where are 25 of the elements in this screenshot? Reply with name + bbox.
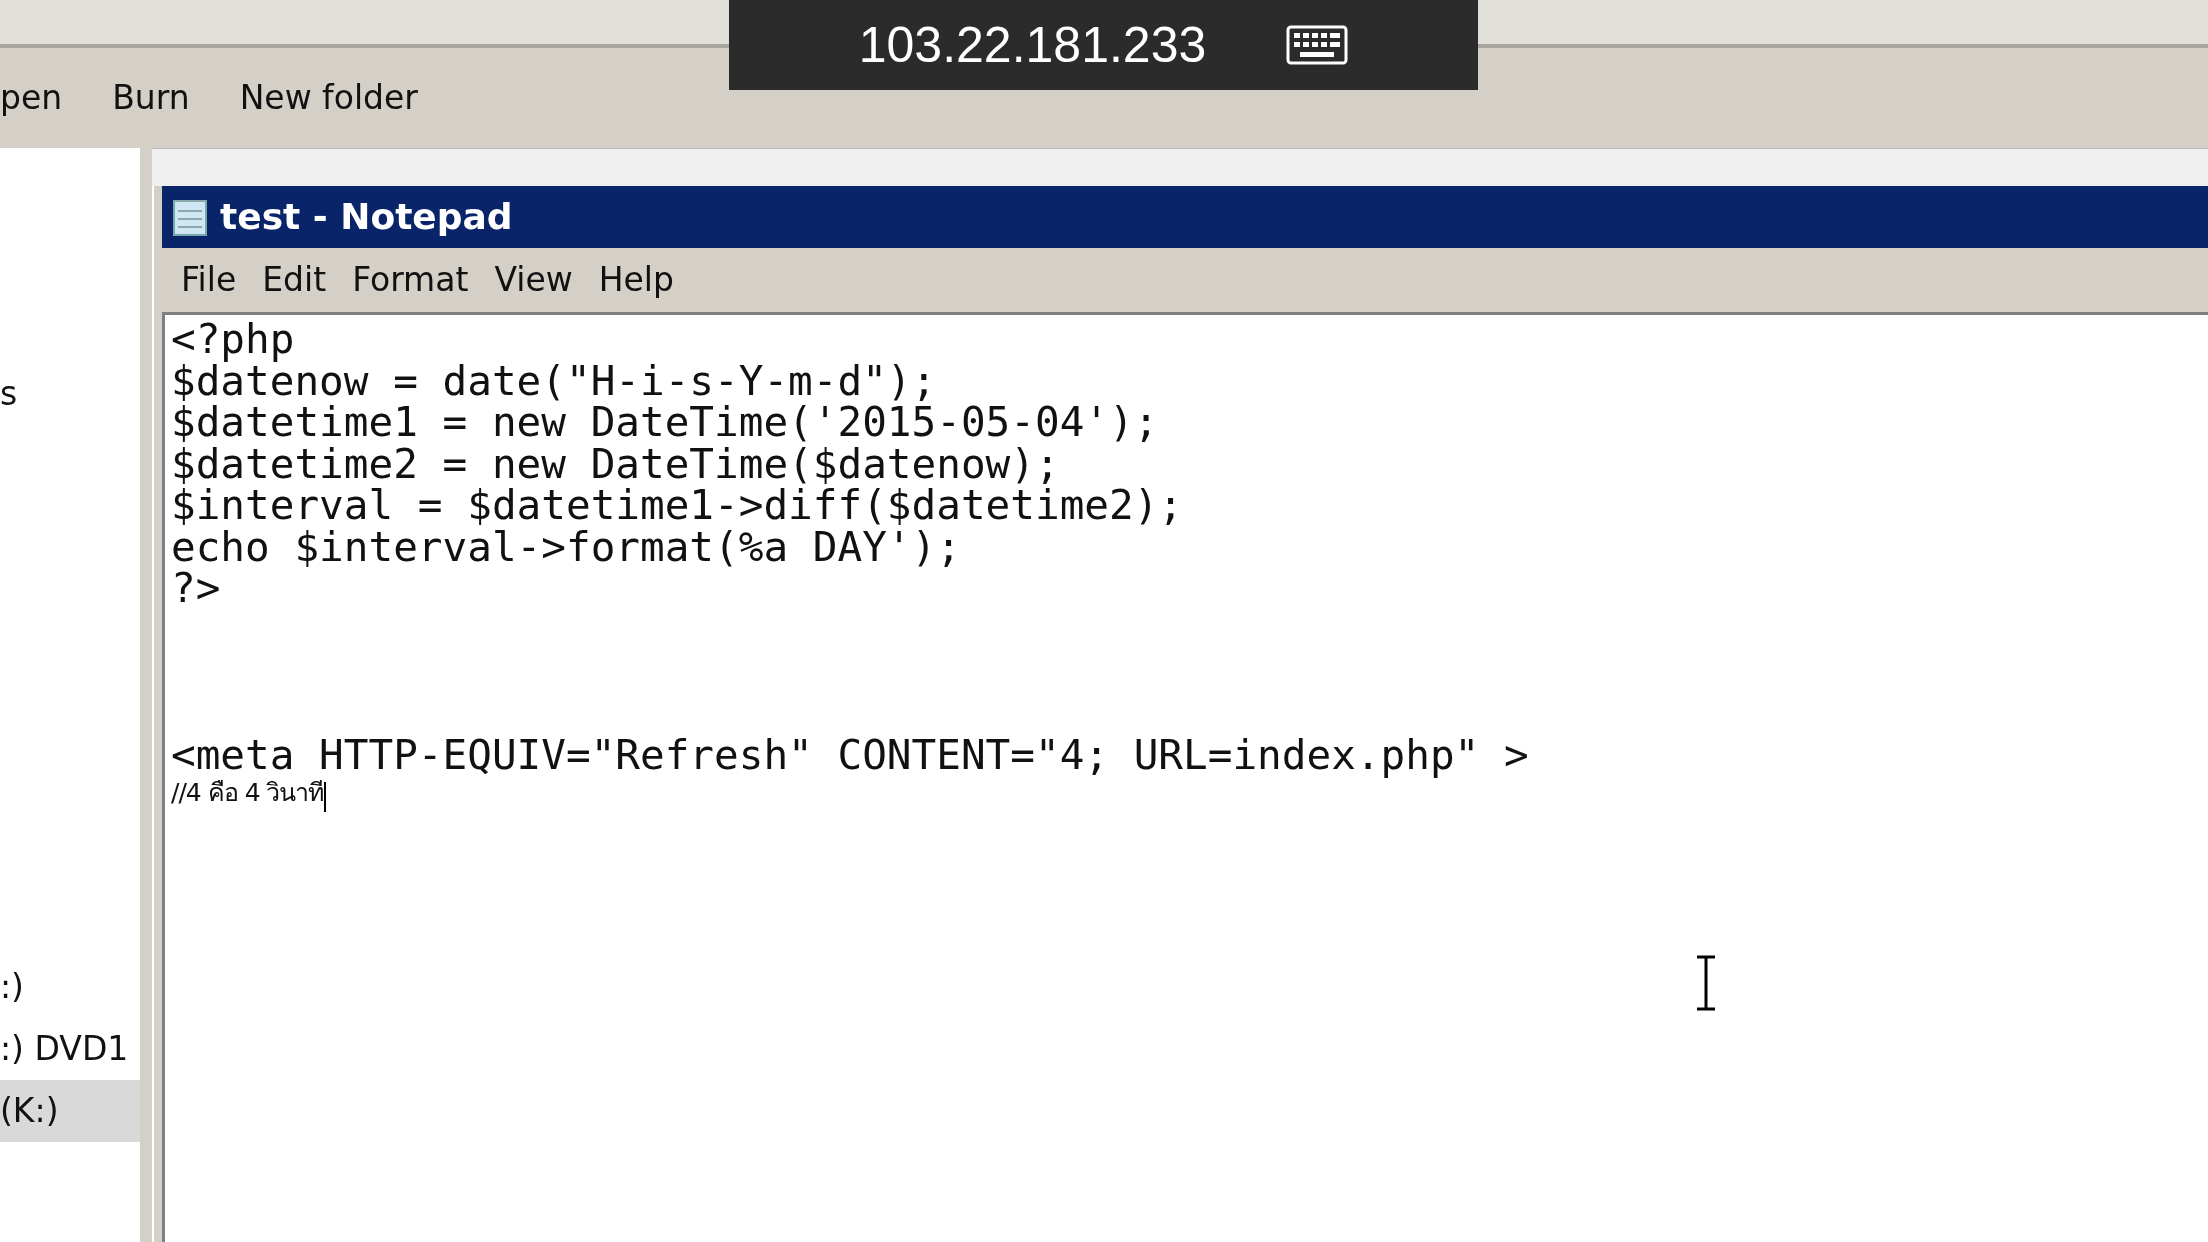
menu-item[interactable]: Format — [339, 255, 482, 305]
menu-item[interactable]: Help — [585, 255, 687, 305]
ip-address: 103.22.181.233 — [858, 15, 1207, 75]
nav-pane-item[interactable]: (K:) — [0, 1080, 140, 1142]
text-cursor-icon — [1695, 955, 1717, 1011]
menu-item[interactable]: View — [481, 255, 586, 305]
toolbar-button[interactable]: Burn — [87, 73, 215, 123]
code-line: echo $interval->format(%a DAY'); — [171, 526, 961, 568]
code-line: $datetime2 = new DateTime($datenow); — [171, 443, 1060, 485]
toolbar-button[interactable]: pen — [0, 73, 88, 123]
code-line: <?php — [171, 319, 295, 361]
comment-line: //4 คือ 4 วินาที — [171, 777, 324, 809]
code-line: ?> — [171, 568, 221, 610]
nav-pane-item[interactable]: :) DVD1 — [0, 1018, 140, 1080]
window-title: test - Notepad — [220, 195, 513, 239]
toolbar-button[interactable]: New folder — [214, 73, 443, 123]
nav-pane-item[interactable]: :) — [0, 956, 140, 1018]
menu-item[interactable]: Edit — [249, 255, 340, 305]
menu-item[interactable]: File — [168, 255, 250, 305]
text-caret — [323, 781, 326, 812]
keyboard-icon[interactable] — [1286, 25, 1349, 65]
code-line: $datetime1 = new DateTime('2015-05-04'); — [171, 402, 1159, 444]
code-line: $interval = $datetime1->diff($datetime2); — [171, 485, 1184, 527]
code-line: <meta HTTP-EQUIV="Refresh" CONTENT="4; URL=index.php" > — [171, 734, 1529, 776]
nav-pane-item[interactable]: s — [0, 363, 140, 425]
